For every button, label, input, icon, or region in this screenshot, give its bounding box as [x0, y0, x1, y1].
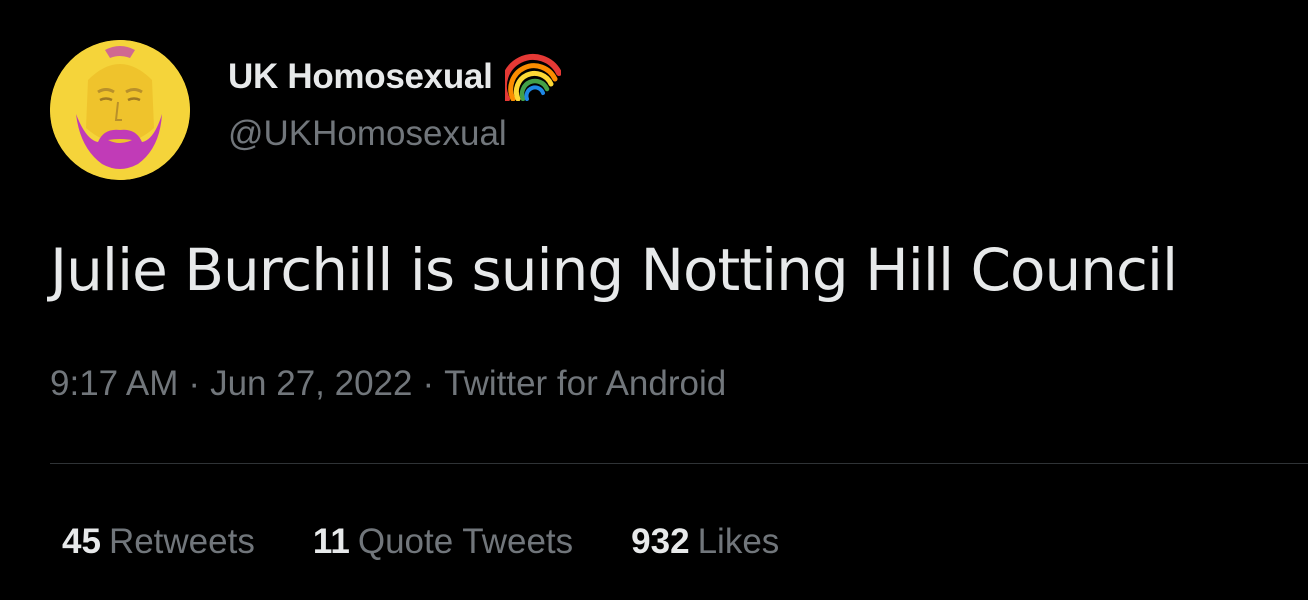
stats-divider — [50, 463, 1308, 464]
tweet-stats: 45 Retweets 11 Quote Tweets 932 Likes — [62, 522, 779, 562]
retweets-label: Retweets — [108, 522, 255, 561]
tweet-card: UK Homosexual @UKHomosexual Julie Burchi… — [0, 0, 1308, 600]
rainbow-icon — [504, 53, 561, 101]
tweet-date[interactable]: Jun 27, 2022 — [210, 364, 412, 404]
likes-stat[interactable]: 932 Likes — [631, 522, 779, 562]
quote-tweets-stat[interactable]: 11 Quote Tweets — [313, 522, 573, 562]
tweet-metadata: 9:17 AM · Jun 27, 2022 · Twitter for And… — [50, 364, 726, 404]
avatar[interactable] — [50, 40, 190, 180]
tweet-source-link[interactable]: Twitter for Android — [444, 364, 726, 404]
retweets-stat[interactable]: 45 Retweets — [62, 522, 255, 562]
author-handle[interactable]: @UKHomosexual — [228, 114, 507, 154]
retweets-count: 45 — [62, 522, 101, 561]
quote-tweets-count: 11 — [312, 522, 350, 561]
metadata-separator: · — [188, 364, 201, 403]
author-display-name[interactable]: UK Homosexual — [228, 57, 493, 97]
likes-count: 932 — [631, 522, 690, 561]
tweet-text: Julie Burchill is suing Notting Hill Cou… — [50, 236, 1178, 304]
likes-label: Likes — [697, 522, 780, 561]
quote-tweets-label: Quote Tweets — [357, 522, 574, 561]
avatar-face-icon — [50, 40, 190, 180]
author-name-row[interactable]: UK Homosexual — [228, 52, 561, 102]
tweet-time[interactable]: 9:17 AM — [50, 364, 178, 404]
metadata-separator: · — [422, 364, 435, 403]
